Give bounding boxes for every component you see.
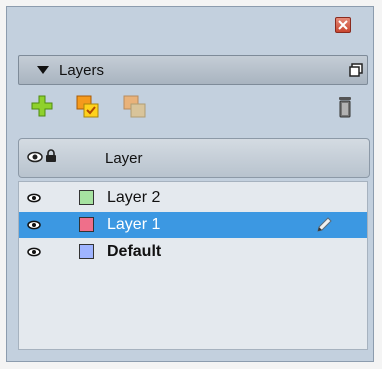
lock-icon[interactable] (45, 149, 57, 163)
layer-row-layer-2[interactable]: Layer 2 (19, 185, 367, 211)
layer-row-layer-1[interactable]: Layer 1 (19, 212, 367, 238)
eye-icon[interactable] (27, 151, 43, 163)
layer-color-swatch[interactable] (79, 244, 94, 259)
duplicate-layer-icon[interactable] (76, 95, 100, 119)
layer-color-swatch[interactable] (79, 190, 94, 205)
layer-column-label: Layer (105, 150, 143, 167)
panel-title: Layers (59, 62, 105, 79)
layer-column-header: Layer (18, 138, 370, 178)
add-layer-icon[interactable] (31, 95, 53, 117)
layers-panel-header[interactable]: Layers (18, 55, 368, 85)
layer-row-default[interactable]: Default (19, 239, 367, 265)
delete-layer-icon[interactable] (337, 95, 353, 119)
eye-icon[interactable] (27, 220, 41, 230)
layer-name: Layer 2 (107, 189, 161, 206)
eye-icon[interactable] (27, 247, 41, 257)
close-icon (338, 20, 348, 30)
layer-name: Default (107, 243, 162, 260)
close-button[interactable] (335, 17, 351, 33)
pencil-icon (317, 217, 332, 232)
collapse-triangle-icon[interactable] (37, 66, 49, 74)
merge-layer-icon[interactable] (123, 95, 147, 119)
eye-icon[interactable] (27, 193, 41, 203)
undock-panel-icon[interactable] (349, 63, 363, 77)
layer-list: Layer 2 Layer 1 Default (18, 181, 368, 350)
layer-name: Layer 1 (107, 216, 161, 233)
layer-color-swatch[interactable] (79, 217, 94, 232)
